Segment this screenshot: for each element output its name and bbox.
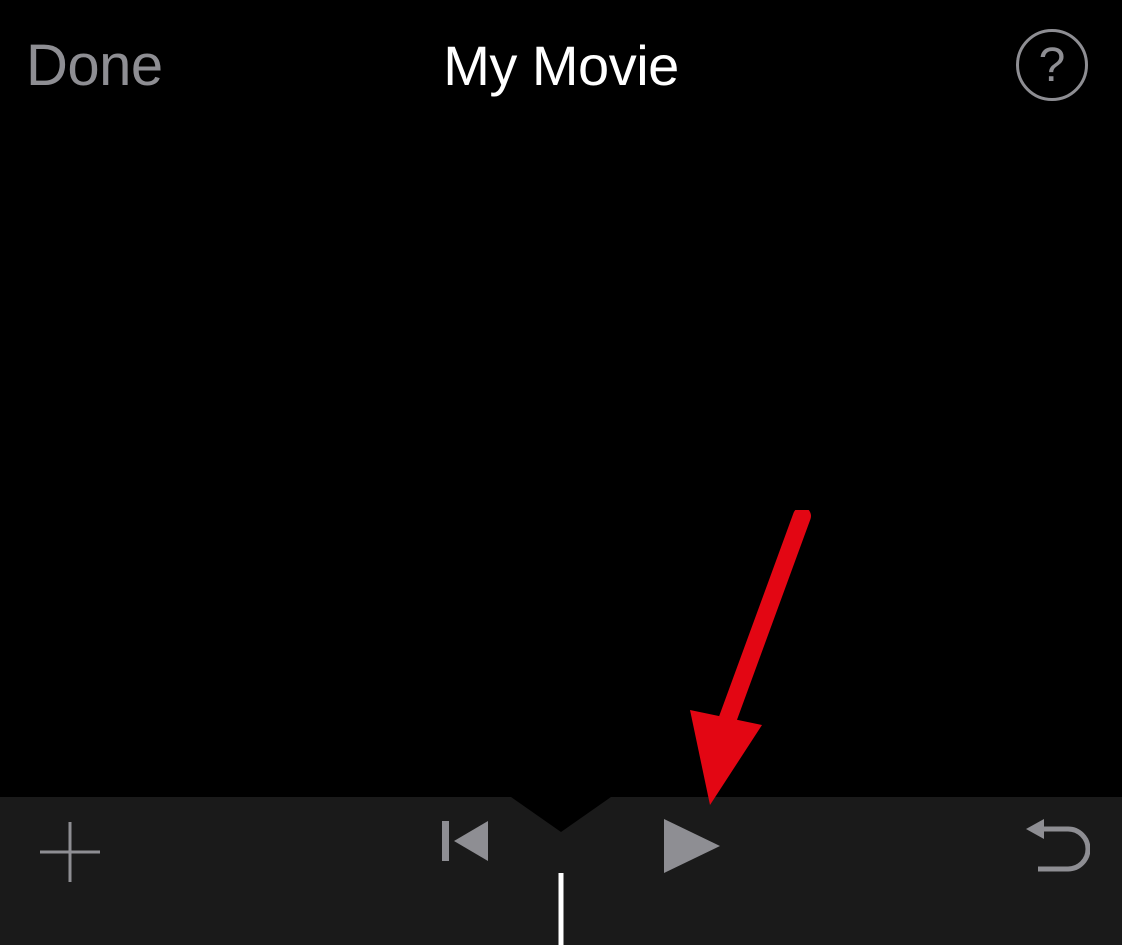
project-title: My Movie — [443, 33, 679, 98]
skip-to-start-button[interactable] — [440, 817, 490, 870]
video-preview-area — [0, 130, 1122, 797]
add-media-button[interactable] — [35, 817, 105, 892]
done-button[interactable]: Done — [26, 32, 163, 99]
undo-button[interactable] — [1024, 817, 1090, 878]
play-icon — [660, 817, 722, 875]
playhead-notch — [511, 797, 611, 832]
undo-icon — [1024, 817, 1090, 873]
skip-to-start-icon — [440, 817, 490, 865]
playback-toolbar — [0, 797, 1122, 945]
timeline-playhead[interactable] — [559, 873, 564, 945]
question-mark-icon: ? — [1039, 38, 1066, 93]
header: Done My Movie ? — [0, 0, 1122, 130]
help-button[interactable]: ? — [1016, 29, 1088, 101]
play-button[interactable] — [660, 817, 722, 880]
plus-icon — [35, 817, 105, 887]
